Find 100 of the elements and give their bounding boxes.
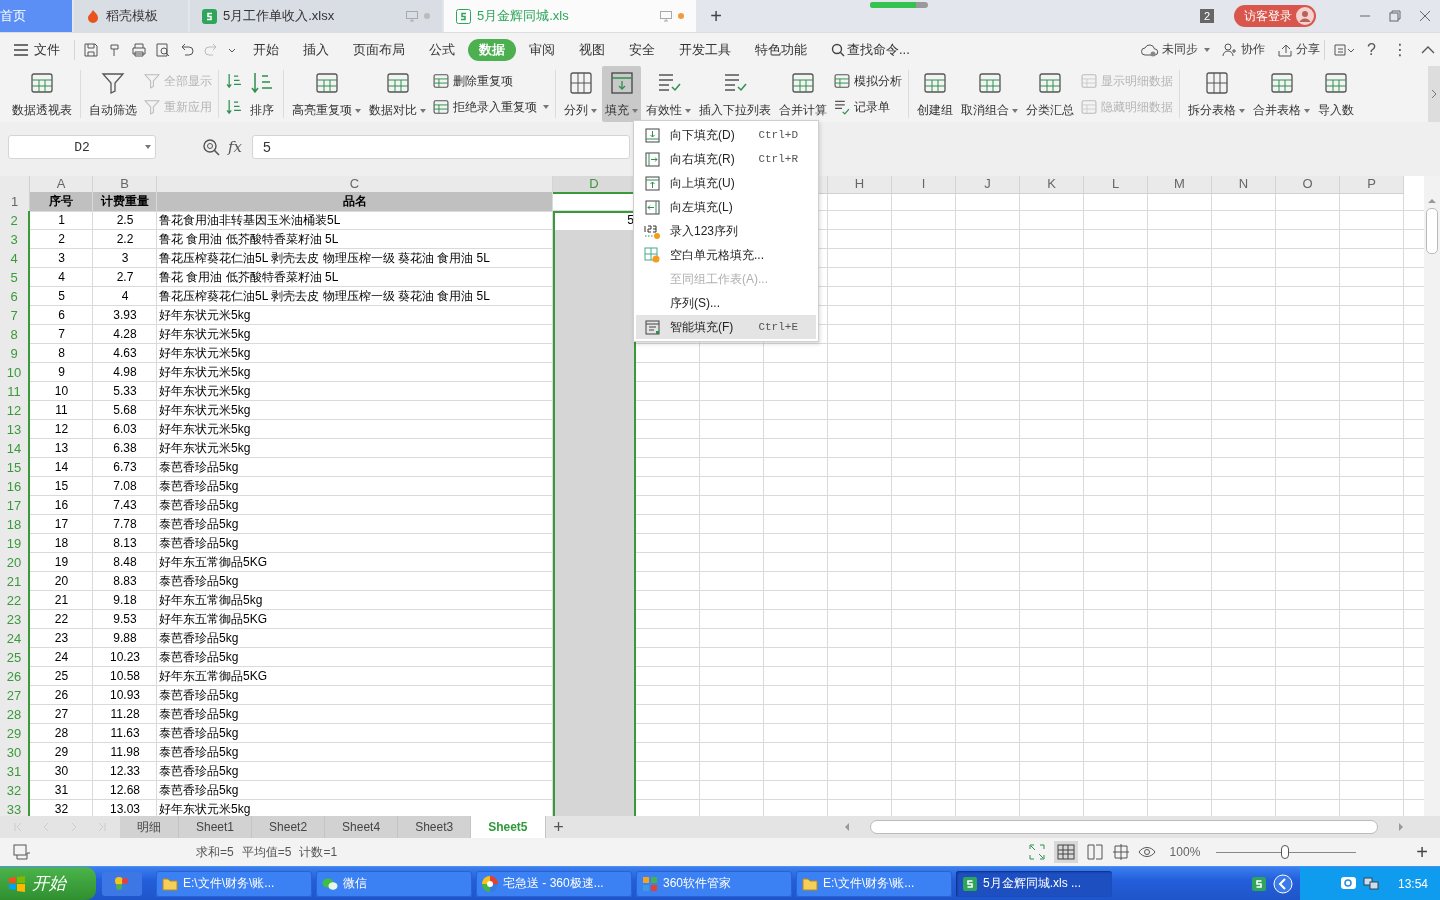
zoom-in-button[interactable]: + bbox=[1416, 840, 1428, 864]
row-number[interactable]: 23 bbox=[0, 610, 30, 630]
sheet-tab[interactable]: Sheet5 bbox=[471, 816, 546, 838]
close-icon[interactable] bbox=[1418, 9, 1432, 23]
taskbar-button[interactable]: E:\文件\财务\账... bbox=[796, 870, 952, 897]
row-number[interactable]: 1 bbox=[0, 192, 30, 212]
clipboard-icon[interactable] bbox=[1333, 41, 1356, 58]
row-number[interactable]: 13 bbox=[0, 420, 30, 440]
row-number[interactable]: 2 bbox=[0, 211, 30, 231]
ribbon-button[interactable]: 填充 bbox=[602, 66, 641, 122]
row-number[interactable]: 8 bbox=[0, 325, 30, 345]
collaborate-button[interactable]: 协作 bbox=[1222, 41, 1266, 58]
column-header[interactable]: L bbox=[1084, 176, 1148, 194]
sheet-tab[interactable]: 明细 bbox=[120, 816, 179, 838]
grid-view-icon[interactable] bbox=[1053, 841, 1078, 863]
print-icon[interactable] bbox=[131, 41, 147, 58]
help-button[interactable]: ? bbox=[1367, 40, 1376, 59]
row-number[interactable]: 20 bbox=[0, 553, 30, 573]
ribbon-button[interactable]: 创建组 bbox=[914, 66, 956, 122]
menu-item[interactable]: 向左填充(L) bbox=[636, 195, 816, 219]
row-number[interactable]: 17 bbox=[0, 496, 30, 516]
menu-item[interactable]: 序列(S)... bbox=[636, 291, 816, 315]
row-number[interactable]: 10 bbox=[0, 363, 30, 383]
column-header[interactable]: H bbox=[828, 176, 892, 194]
row-number[interactable]: 12 bbox=[0, 401, 30, 421]
zoom-level[interactable]: 100% bbox=[1169, 845, 1201, 859]
quick-launch-button[interactable] bbox=[102, 871, 142, 896]
ribbon-tab[interactable]: 审阅 bbox=[518, 38, 566, 61]
document-tab[interactable]: 5月工作单收入.xlsx bbox=[190, 0, 442, 32]
scroll-thumb[interactable] bbox=[870, 820, 1378, 834]
page-view-icon[interactable] bbox=[1085, 843, 1104, 861]
ribbon-tab[interactable]: 开始 bbox=[242, 38, 290, 61]
row-number[interactable]: 26 bbox=[0, 667, 30, 687]
taskbar-button[interactable]: 宅急送 - 360极速... bbox=[476, 870, 632, 897]
row-number[interactable]: 5 bbox=[0, 268, 30, 288]
taskbar-button[interactable]: 5月金辉同城.xls ... bbox=[956, 870, 1112, 897]
preview-icon[interactable] bbox=[155, 41, 171, 58]
ribbon-button[interactable]: 分类汇总 bbox=[1023, 66, 1077, 122]
ribbon-button[interactable]: 自动筛选 bbox=[86, 66, 140, 122]
ribbon-button[interactable]: 取消组合 bbox=[958, 66, 1021, 122]
row-number[interactable]: 3 bbox=[0, 230, 30, 250]
ribbon-button[interactable]: 数据透视表 bbox=[9, 66, 75, 122]
ribbon-button[interactable]: 导入数 bbox=[1315, 66, 1357, 122]
row-number[interactable]: 11 bbox=[0, 382, 30, 402]
row-number[interactable]: 27 bbox=[0, 686, 30, 706]
row-number[interactable]: 4 bbox=[0, 249, 30, 269]
command-search[interactable]: 查找命令... bbox=[831, 40, 910, 59]
restore-icon[interactable] bbox=[1388, 9, 1402, 23]
column-header[interactable]: O bbox=[1276, 176, 1340, 194]
row-number[interactable]: 14 bbox=[0, 439, 30, 459]
active-cell[interactable]: 5 bbox=[553, 211, 636, 231]
undo-icon[interactable] bbox=[179, 41, 195, 58]
ribbon-button[interactable]: 高亮重复项 bbox=[289, 66, 364, 122]
row-number[interactable]: 31 bbox=[0, 762, 30, 782]
ribbon-tab[interactable]: 安全 bbox=[618, 38, 666, 61]
file-menu[interactable]: 文件 bbox=[14, 40, 60, 59]
chevron-left-icon[interactable] bbox=[1272, 873, 1293, 894]
row-number[interactable]: 29 bbox=[0, 724, 30, 744]
ribbon-button[interactable]: 模拟分析 bbox=[833, 69, 902, 93]
share-button[interactable]: 分享 bbox=[1277, 41, 1321, 58]
zoom-icon[interactable] bbox=[202, 138, 220, 156]
document-tab[interactable]: 首页 bbox=[0, 0, 72, 32]
name-box[interactable]: D2 bbox=[8, 135, 156, 159]
ribbon-button[interactable]: 插入下拉列表 bbox=[696, 66, 774, 122]
chat-bubble-icon[interactable] bbox=[1339, 875, 1358, 892]
more-button[interactable]: ⋮ bbox=[1392, 40, 1408, 59]
taskbar-button[interactable]: E:\文件\财务\账... bbox=[156, 870, 312, 897]
new-tab-button[interactable]: + bbox=[698, 0, 734, 32]
column-header[interactable]: D bbox=[553, 176, 636, 194]
column-header[interactable]: N bbox=[1212, 176, 1276, 194]
taskbar-button[interactable]: 360软件管家 bbox=[636, 870, 792, 897]
ribbon-button[interactable]: 记录单 bbox=[833, 95, 902, 119]
column-header[interactable]: M bbox=[1148, 176, 1212, 194]
row-number[interactable]: 6 bbox=[0, 287, 30, 307]
menu-item[interactable]: 智能填充(F) Ctrl+E bbox=[636, 315, 816, 339]
row-number[interactable]: 28 bbox=[0, 705, 30, 725]
row-number[interactable]: 25 bbox=[0, 648, 30, 668]
sheet-tab[interactable]: Sheet1 bbox=[179, 816, 253, 838]
formula-input[interactable]: 5 bbox=[252, 135, 630, 159]
menu-item[interactable]: 向上填充(U) bbox=[636, 171, 816, 195]
row-number[interactable]: 15 bbox=[0, 458, 30, 478]
macro-icon[interactable] bbox=[12, 843, 32, 861]
column-header[interactable]: K bbox=[1020, 176, 1084, 194]
menu-item[interactable]: 录入123序列 bbox=[636, 219, 816, 243]
function-button[interactable]: fx bbox=[228, 138, 242, 156]
row-number[interactable]: 33 bbox=[0, 800, 30, 816]
row-number[interactable]: 32 bbox=[0, 781, 30, 801]
add-sheet-button[interactable]: + bbox=[545, 816, 572, 838]
menu-item[interactable]: 空白单元格填充... bbox=[636, 243, 816, 267]
menu-item[interactable]: 向下填充(D) Ctrl+D bbox=[636, 123, 816, 147]
ribbon-button[interactable]: 拆分表格 bbox=[1185, 66, 1248, 122]
ribbon-button[interactable]: 合并表格 bbox=[1250, 66, 1313, 122]
ribbon-tab[interactable]: 开发工具 bbox=[668, 38, 742, 61]
menu-item[interactable]: 向右填充(R) Ctrl+R bbox=[636, 147, 816, 171]
ribbon-button[interactable]: 拒绝录入重复项 bbox=[432, 95, 549, 119]
login-button[interactable]: 访客登录 bbox=[1234, 5, 1316, 27]
ribbon-button[interactable]: 合并计算 bbox=[776, 66, 830, 122]
row-number[interactable]: 7 bbox=[0, 306, 30, 326]
ribbon-button[interactable]: 分列 bbox=[561, 66, 600, 122]
network-icon[interactable] bbox=[1361, 875, 1380, 892]
